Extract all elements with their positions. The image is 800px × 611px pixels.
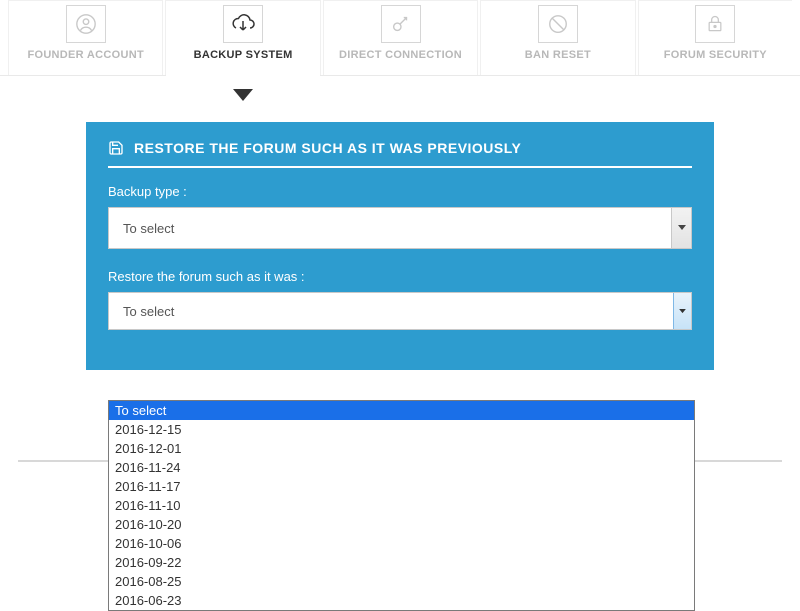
tab-label: FOUNDER ACCOUNT: [13, 49, 158, 61]
lock-icon: [695, 5, 735, 43]
dropdown-option[interactable]: 2016-12-01: [109, 439, 694, 458]
backup-type-label: Backup type :: [108, 184, 692, 199]
restore-date-dropdown[interactable]: To select 2016-12-15 2016-12-01 2016-11-…: [108, 400, 695, 611]
user-circle-icon: [66, 5, 106, 43]
dropdown-option[interactable]: 2016-12-15: [109, 420, 694, 439]
panel-wrap: RESTORE THE FORUM SUCH AS IT WAS PREVIOU…: [0, 76, 800, 370]
dropdown-option[interactable]: 2016-10-06: [109, 534, 694, 553]
ban-icon: [538, 5, 578, 43]
restore-panel: RESTORE THE FORUM SUCH AS IT WAS PREVIOU…: [86, 122, 714, 370]
dropdown-option[interactable]: 2016-10-20: [109, 515, 694, 534]
key-icon: [381, 5, 421, 43]
dropdown-option[interactable]: 2016-06-23: [109, 591, 694, 610]
tab-forum-security[interactable]: FORUM SECURITY: [638, 0, 792, 75]
panel-header: RESTORE THE FORUM SUCH AS IT WAS PREVIOU…: [108, 140, 692, 168]
dropdown-option[interactable]: To select: [109, 401, 694, 420]
chevron-down-icon: [673, 293, 691, 329]
tab-direct-connection[interactable]: DIRECT CONNECTION: [323, 0, 478, 75]
tab-label: BACKUP SYSTEM: [170, 49, 315, 61]
tab-label: FORUM SECURITY: [643, 49, 788, 61]
cloud-download-icon: [223, 5, 263, 43]
dropdown-option[interactable]: 2016-08-25: [109, 572, 694, 591]
chevron-down-icon: [671, 208, 691, 248]
dropdown-option[interactable]: 2016-11-10: [109, 496, 694, 515]
tabs-bar: FOUNDER ACCOUNT BACKUP SYSTEM DIRECT CON…: [0, 0, 800, 76]
restore-date-label: Restore the forum such as it was :: [108, 269, 692, 284]
tab-label: DIRECT CONNECTION: [328, 49, 473, 61]
panel-title: RESTORE THE FORUM SUCH AS IT WAS PREVIOU…: [134, 140, 521, 156]
tab-backup-system[interactable]: BACKUP SYSTEM: [165, 0, 320, 75]
tab-label: BAN RESET: [485, 49, 630, 61]
save-icon: [108, 140, 124, 156]
backup-type-select[interactable]: To select: [108, 207, 692, 249]
dropdown-option[interactable]: 2016-09-22: [109, 553, 694, 572]
dropdown-option[interactable]: 2016-11-24: [109, 458, 694, 477]
dropdown-option[interactable]: 2016-11-17: [109, 477, 694, 496]
tab-founder-account[interactable]: FOUNDER ACCOUNT: [8, 0, 163, 75]
restore-date-select[interactable]: To select: [108, 292, 692, 330]
backup-type-value: To select: [123, 221, 174, 236]
tab-ban-reset[interactable]: BAN RESET: [480, 0, 635, 75]
restore-date-value: To select: [123, 304, 174, 319]
